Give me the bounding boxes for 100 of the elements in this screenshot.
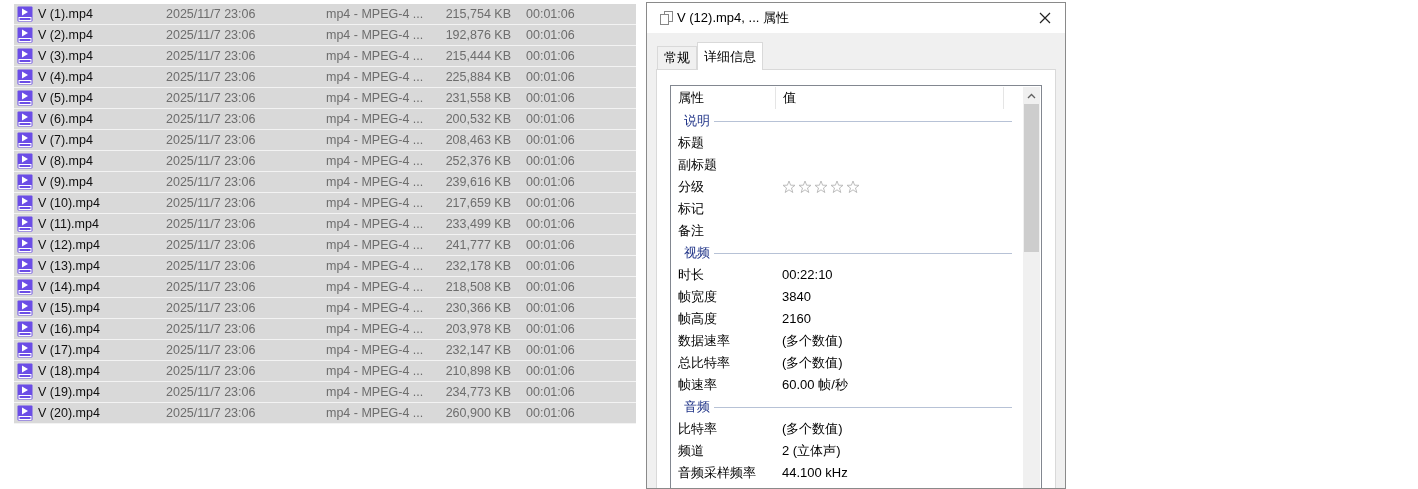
file-row[interactable]: V (8).mp4 2025/11/7 23:06 mp4 - MPEG-4 ... 252,376 KB 00:01:06 — [14, 151, 636, 172]
size-cell-text: 232,147 KB — [444, 341, 511, 359]
tab[interactable]: 常规 — [657, 46, 697, 69]
file-row[interactable]: V (16).mp4 2025/11/7 23:06 mp4 - MPEG-4 ... 203,978 KB 00:01:06 — [14, 319, 636, 340]
video-file-icon — [17, 321, 33, 337]
duration-cell-text: 00:01:06 — [526, 215, 575, 233]
star-icon[interactable] — [798, 180, 812, 194]
file-row[interactable]: V (3).mp4 2025/11/7 23:06 mp4 - MPEG-4 ... 215,444 KB 00:01:06 — [14, 46, 636, 67]
property-name: 时长 — [678, 266, 705, 285]
scrollbar[interactable] — [1023, 87, 1040, 488]
date-cell-text: 2025/11/7 23:06 — [166, 362, 257, 380]
file-row[interactable]: V (15).mp4 2025/11/7 23:06 mp4 - MPEG-4 ... 230,366 KB 00:01:06 — [14, 298, 636, 319]
star-icon[interactable] — [830, 180, 844, 194]
file-row[interactable]: V (5).mp4 2025/11/7 23:06 mp4 - MPEG-4 ... 231,558 KB 00:01:06 — [14, 88, 636, 109]
file-row[interactable]: V (17).mp4 2025/11/7 23:06 mp4 - MPEG-4 ... 232,147 KB 00:01:06 — [14, 340, 636, 361]
date-cell-text: 2025/11/7 23:06 — [166, 257, 257, 275]
duration-cell-text: 00:01:06 — [526, 89, 575, 107]
size-cell-text: 208,463 KB — [444, 131, 511, 149]
close-icon[interactable] — [1039, 12, 1051, 24]
column-header[interactable]: 属性 — [671, 86, 776, 109]
type-cell-text: mp4 - MPEG-4 ... — [326, 68, 425, 86]
file-name: V (19).mp4 — [38, 383, 101, 401]
size-cell-text: 200,532 KB — [444, 110, 511, 128]
star-rating[interactable] — [782, 180, 860, 194]
star-icon[interactable] — [846, 180, 860, 194]
video-file-icon — [17, 90, 33, 106]
type-cell-text: mp4 - MPEG-4 ... — [326, 89, 425, 107]
duration-cell-text: 00:01:06 — [526, 152, 575, 170]
file-row[interactable]: V (19).mp4 2025/11/7 23:06 mp4 - MPEG-4 ... 234,773 KB 00:01:06 — [14, 382, 636, 403]
tab[interactable]: 详细信息 — [697, 42, 763, 70]
file-name: V (8).mp4 — [38, 152, 94, 170]
property-value: (多个数值) — [782, 420, 843, 439]
property-value: 60.00 帧/秒 — [782, 376, 848, 395]
property-value: 3840 — [782, 288, 811, 307]
file-row[interactable]: V (10).mp4 2025/11/7 23:06 mp4 - MPEG-4 ... 217,659 KB 00:01:06 — [14, 193, 636, 214]
property-name: 比特率 — [678, 420, 718, 439]
file-row[interactable]: V (4).mp4 2025/11/7 23:06 mp4 - MPEG-4 ... 225,884 KB 00:01:06 — [14, 67, 636, 88]
file-row[interactable]: V (20).mp4 2025/11/7 23:06 mp4 - MPEG-4 ... 260,900 KB 00:01:06 — [14, 403, 636, 424]
property-name: 频道 — [678, 442, 705, 461]
date-cell-text: 2025/11/7 23:06 — [166, 152, 257, 170]
size-cell-text: 252,376 KB — [444, 152, 511, 170]
file-row[interactable]: V (7).mp4 2025/11/7 23:06 mp4 - MPEG-4 ... 208,463 KB 00:01:06 — [14, 130, 636, 151]
type-cell-text: mp4 - MPEG-4 ... — [326, 362, 425, 380]
type-cell-text: mp4 - MPEG-4 ... — [326, 404, 425, 422]
file-row[interactable]: V (13).mp4 2025/11/7 23:06 mp4 - MPEG-4 ... 232,178 KB 00:01:06 — [14, 256, 636, 277]
video-file-icon — [17, 363, 33, 379]
property-value: 2160 — [782, 310, 811, 329]
date-cell-text: 2025/11/7 23:06 — [166, 278, 257, 296]
star-icon[interactable] — [782, 180, 796, 194]
date-cell-text: 2025/11/7 23:06 — [166, 47, 257, 65]
column-header[interactable]: 值 — [776, 86, 1004, 109]
file-row[interactable]: V (18).mp4 2025/11/7 23:06 mp4 - MPEG-4 ... 210,898 KB 00:01:06 — [14, 361, 636, 382]
date-cell-text: 2025/11/7 23:06 — [166, 299, 257, 317]
duration-cell-text: 00:01:06 — [526, 341, 575, 359]
type-cell-text: mp4 - MPEG-4 ... — [326, 131, 425, 149]
scrollbar-thumb[interactable] — [1024, 104, 1039, 252]
size-cell-text: 210,898 KB — [444, 362, 511, 380]
property-name: 帧宽度 — [678, 288, 718, 307]
type-cell-text: mp4 - MPEG-4 ... — [326, 257, 425, 275]
property-name: 总比特率 — [678, 354, 731, 373]
video-file-icon — [17, 174, 33, 190]
duration-cell-text: 00:01:06 — [526, 5, 575, 23]
date-cell-text: 2025/11/7 23:06 — [166, 236, 257, 254]
date-cell-text: 2025/11/7 23:06 — [166, 173, 257, 191]
size-cell-text: 218,508 KB — [444, 278, 511, 296]
duration-cell-text: 00:01:06 — [526, 131, 575, 149]
star-icon[interactable] — [814, 180, 828, 194]
video-file-icon — [17, 237, 33, 253]
file-name: V (5).mp4 — [38, 89, 94, 107]
type-cell-text: mp4 - MPEG-4 ... — [326, 383, 425, 401]
file-row[interactable]: V (6).mp4 2025/11/7 23:06 mp4 - MPEG-4 ... 200,532 KB 00:01:06 — [14, 109, 636, 130]
file-row[interactable]: V (1).mp4 2025/11/7 23:06 mp4 - MPEG-4 ... 215,754 KB 00:01:06 — [14, 4, 636, 25]
date-cell-text: 2025/11/7 23:06 — [166, 68, 257, 86]
video-file-icon — [17, 258, 33, 274]
file-row[interactable]: V (12).mp4 2025/11/7 23:06 mp4 - MPEG-4 ... 241,777 KB 00:01:06 — [14, 235, 636, 256]
duration-cell-text: 00:01:06 — [526, 278, 575, 296]
type-cell-text: mp4 - MPEG-4 ... — [326, 5, 425, 23]
video-file-icon — [17, 342, 33, 358]
file-name: V (15).mp4 — [38, 299, 101, 317]
size-cell-text: 215,444 KB — [444, 47, 511, 65]
size-cell-text: 231,558 KB — [444, 89, 511, 107]
file-row[interactable]: V (9).mp4 2025/11/7 23:06 mp4 - MPEG-4 ... 239,616 KB 00:01:06 — [14, 172, 636, 193]
duration-cell-text: 00:01:06 — [526, 47, 575, 65]
file-name: V (16).mp4 — [38, 320, 101, 338]
duration-cell-text: 00:01:06 — [526, 68, 575, 86]
property-value: (多个数值) — [782, 332, 843, 351]
window-title: V (12).mp4, ... 属性 — [677, 9, 789, 28]
scroll-up-icon[interactable] — [1027, 93, 1036, 99]
video-file-icon — [17, 132, 33, 148]
type-cell-text: mp4 - MPEG-4 ... — [326, 194, 425, 212]
file-row[interactable]: V (11).mp4 2025/11/7 23:06 mp4 - MPEG-4 ... 233,499 KB 00:01:06 — [14, 214, 636, 235]
type-cell-text: mp4 - MPEG-4 ... — [326, 152, 425, 170]
file-row[interactable]: V (2).mp4 2025/11/7 23:06 mp4 - MPEG-4 ... 192,876 KB 00:01:06 — [14, 25, 636, 46]
property-value: 2 (立体声) — [782, 442, 841, 461]
duration-cell-text: 00:01:06 — [526, 173, 575, 191]
file-row[interactable]: V (14).mp4 2025/11/7 23:06 mp4 - MPEG-4 ... 218,508 KB 00:01:06 — [14, 277, 636, 298]
group-header: 音频 — [684, 398, 710, 417]
property-name: 标题 — [678, 134, 705, 153]
file-name: V (20).mp4 — [38, 404, 101, 422]
property-name: 帧高度 — [678, 310, 718, 329]
